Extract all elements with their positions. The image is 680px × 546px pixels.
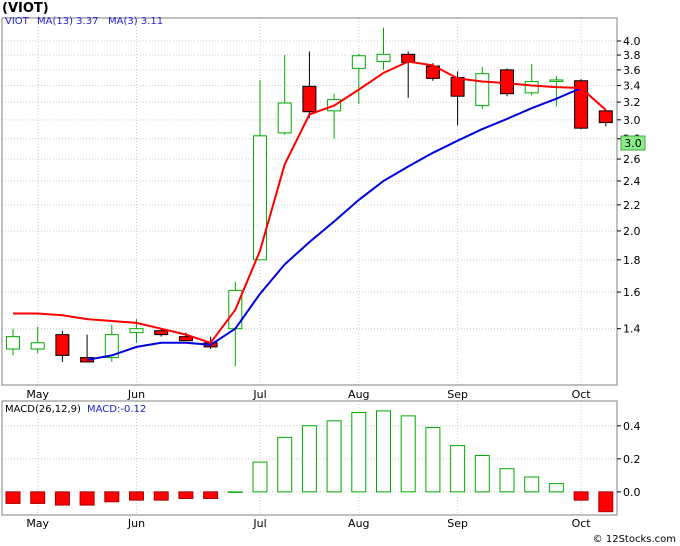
- macd-bar-positive: [425, 426, 441, 493]
- macd-bar-negative: [79, 491, 95, 506]
- macd-x-label: Jul: [252, 517, 266, 530]
- price-tick-label: 1.4: [623, 323, 641, 336]
- candle-body: [277, 102, 292, 134]
- macd-bar-positive: [548, 483, 564, 493]
- macd-bar-negative: [178, 491, 194, 499]
- price-tick-label: 2.6: [623, 153, 641, 166]
- candle-body: [598, 110, 613, 124]
- candle-body: [30, 342, 45, 350]
- macd-legend-value: MACD:-0.12: [87, 404, 146, 415]
- price-tick-label: 3.4: [623, 80, 641, 93]
- candle-body: [55, 334, 70, 356]
- price-tick-label: 1.6: [623, 286, 641, 299]
- price-tick-label: 3.0: [623, 114, 641, 127]
- macd-bar-positive: [474, 455, 490, 493]
- macd-x-label: Jun: [127, 517, 145, 530]
- price-x-label: Jun: [127, 388, 145, 401]
- legend-ma3: MA(3) 3.11: [108, 16, 163, 27]
- price-legend: VIOT MA(13) 3.37 MA(3) 3.11: [5, 16, 163, 27]
- macd-bar-negative: [5, 491, 21, 504]
- macd-bar-positive: [227, 491, 243, 493]
- candle-body: [6, 336, 20, 350]
- macd-bar-negative: [129, 491, 144, 501]
- candle-body: [178, 336, 193, 342]
- macd-bar-negative: [203, 491, 219, 499]
- candle-body: [302, 85, 317, 113]
- macd-bar-positive: [301, 425, 317, 493]
- macd-tick-label: 0.0: [623, 486, 641, 499]
- macd-bar-positive: [351, 412, 367, 493]
- macd-x-label: Sep: [447, 517, 468, 530]
- price-tick-label: 2.0: [623, 225, 641, 238]
- macd-x-label: May: [26, 517, 49, 530]
- macd-bar-positive: [450, 445, 466, 493]
- candle-body: [376, 53, 391, 63]
- macd-tick-label: 0.4: [623, 420, 641, 433]
- chart-title: (VIOT): [2, 1, 49, 16]
- macd-bar-positive: [376, 410, 391, 493]
- watermark: © 12Stocks.com: [593, 534, 676, 545]
- macd-bar-negative: [598, 491, 614, 513]
- macd-legend-params: MACD(26,12,9): [5, 404, 81, 415]
- macd-bar-negative: [30, 491, 46, 504]
- price-tick-label: 4.0: [623, 35, 641, 48]
- last-price-badge: 3.0: [620, 135, 646, 151]
- macd-bar-positive: [326, 420, 342, 493]
- candle-down: [574, 79, 589, 130]
- price-tick-label: 1.8: [623, 254, 641, 267]
- price-badge-label: 3.0: [624, 137, 642, 150]
- price-x-label: May: [26, 388, 49, 401]
- price-x-label: Sep: [447, 388, 468, 401]
- macd-bar-negative: [104, 491, 120, 503]
- candle-body: [154, 330, 169, 336]
- macd-legend: MACD(26,12,9) MACD:-0.12: [5, 404, 146, 415]
- macd-bar-positive: [524, 476, 540, 493]
- candle-body: [129, 328, 144, 334]
- price-tick-label: 2.4: [623, 175, 641, 188]
- macd-tick-label: 0.2: [623, 453, 641, 466]
- macd-bar-positive: [400, 415, 416, 493]
- price-tick-label: 3.2: [623, 96, 641, 109]
- candle-body: [524, 81, 539, 94]
- candle-body: [500, 69, 514, 95]
- macd-bar-negative: [54, 491, 70, 506]
- price-x-label: Jul: [252, 388, 266, 401]
- price-tick-label: 2.2: [623, 199, 641, 212]
- legend-ma13: MA(13) 3.37: [37, 16, 98, 27]
- candle-body: [475, 73, 490, 107]
- legend-ticker: VIOT: [5, 16, 30, 27]
- price-x-label: Oct: [572, 388, 592, 401]
- macd-bar-negative: [573, 491, 589, 501]
- candle-body: [351, 55, 366, 69]
- price-tick-label: 3.6: [623, 64, 641, 77]
- candle-body: [450, 77, 465, 97]
- price-tick-label: 3.8: [623, 49, 641, 62]
- macd-bar-positive: [252, 461, 268, 493]
- macd-bar-negative: [153, 491, 169, 501]
- macd-bar-positive: [277, 436, 293, 493]
- macd-x-label: Oct: [572, 517, 592, 530]
- price-x-label: Aug: [348, 388, 369, 401]
- macd-bar-positive: [499, 468, 515, 493]
- stock-chart: (VIOT) VIOT MA(13) 3.37 MA(3) 3.11 4.03.…: [0, 0, 680, 546]
- candle-body: [253, 135, 267, 261]
- candle-body: [549, 79, 564, 82]
- macd-x-label: Aug: [348, 517, 369, 530]
